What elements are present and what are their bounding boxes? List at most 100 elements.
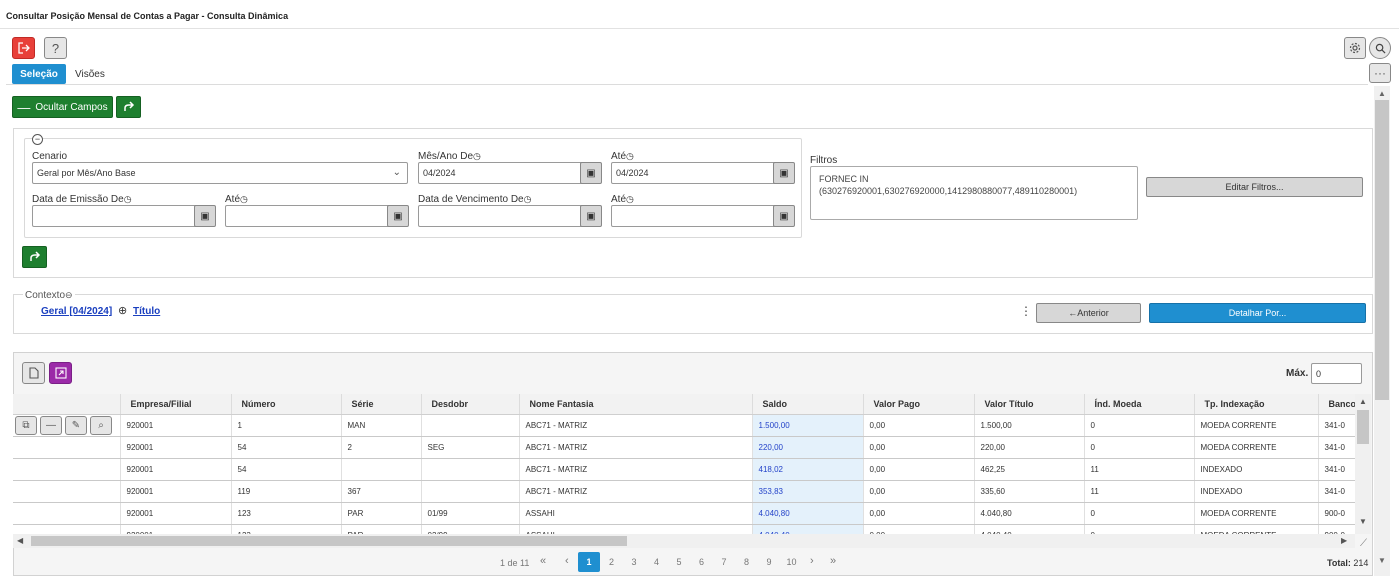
calendar-button[interactable]: ▣ (580, 205, 602, 227)
breadcrumb-titulo[interactable]: Título (133, 306, 160, 317)
exit-button[interactable] (12, 37, 35, 59)
page-number[interactable]: 1 (578, 552, 600, 572)
scroll-up-icon[interactable]: ▲ (1378, 89, 1386, 98)
help-button[interactable]: ? (44, 37, 67, 59)
calendar-button[interactable]: ▣ (194, 205, 216, 227)
cenario-select[interactable]: Geral por Mês/Ano Base ⌄ (32, 162, 408, 184)
grid-vscrollbar[interactable]: ▲ ▼ (1355, 394, 1371, 534)
edit-filters-button[interactable]: Editar Filtros... (1146, 177, 1363, 197)
forward-arrow-icon (123, 101, 134, 111)
copy-row-button[interactable]: ⧉ (15, 416, 37, 435)
column-header[interactable]: Valor Pago (863, 394, 975, 415)
table-cell: 0,00 (863, 480, 975, 503)
expand-button[interactable] (49, 362, 72, 384)
column-header[interactable]: Saldo (752, 394, 864, 415)
table-row[interactable]: 920001 54 2 SEG ABC71 - MATRIZ 220,00 0,00 220,… (13, 436, 1355, 459)
page-number[interactable]: 3 (623, 552, 645, 572)
info-icon: ◷ (240, 194, 248, 204)
max-input[interactable]: 0 (1311, 363, 1362, 384)
ate3-input[interactable] (611, 205, 794, 227)
table-cell: 0,00 (863, 458, 975, 481)
anterior-button[interactable]: ← Anterior (1036, 303, 1141, 323)
ate1-input[interactable]: 04/2024 (611, 162, 794, 184)
first-page-icon[interactable]: « (540, 555, 546, 567)
vertical-ellipsis-icon[interactable]: ⋮ (1020, 304, 1032, 318)
page-number[interactable]: 10 (781, 552, 803, 572)
table-row[interactable]: 920001 119 367 ABC71 - MATRIZ 353,83 0,00 335,… (13, 480, 1355, 503)
tab-visoes[interactable]: Visões (75, 69, 105, 80)
filtros-box[interactable]: FORNEC IN (630276920001,630276920000,141… (810, 166, 1138, 220)
tab-selecao[interactable]: Seleção (12, 64, 66, 84)
column-header[interactable]: Desdobr (421, 394, 520, 415)
column-header[interactable]: Número (231, 394, 342, 415)
page-number[interactable]: 5 (668, 552, 690, 572)
calendar-button[interactable]: ▣ (773, 205, 795, 227)
page-scrollbar-thumb[interactable] (1375, 100, 1389, 400)
calendar-button[interactable]: ▣ (387, 205, 409, 227)
scroll-left-icon[interactable]: ◀ (17, 536, 23, 545)
calendar-button[interactable]: ▣ (773, 162, 795, 184)
prev-page-icon[interactable]: ‹ (565, 555, 569, 567)
table-row[interactable]: 920001 123 PAR 01/99 ASSAHI 4.040,80 0,00 4.040… (13, 502, 1355, 525)
column-header[interactable]: Índ. Moeda (1084, 394, 1195, 415)
execute-button[interactable] (22, 246, 47, 268)
search-button[interactable] (1369, 37, 1391, 59)
grid-vscrollbar-thumb[interactable] (1357, 410, 1369, 444)
page-scrollbar[interactable]: ▲ ▼ (1374, 86, 1390, 576)
page-number[interactable]: 9 (758, 552, 780, 572)
column-header[interactable]: Empresa/Filial (120, 394, 232, 415)
next-page-icon[interactable]: › (810, 555, 814, 567)
mes-ano-de-input[interactable]: 04/2024 (418, 162, 601, 184)
hide-fields-button[interactable]: — Ocultar Campos (12, 96, 113, 118)
table-cell: MOEDA CORRENTE (1194, 502, 1319, 525)
page-number[interactable]: 7 (713, 552, 735, 572)
grid-hscrollbar-thumb[interactable] (31, 536, 627, 546)
page-number[interactable]: 2 (601, 552, 623, 572)
page-number[interactable]: 8 (736, 552, 758, 572)
column-header[interactable]: Nome Fantasia (519, 394, 753, 415)
table-cell: 119 (231, 480, 342, 503)
export-button[interactable] (22, 362, 45, 384)
grid-hscrollbar[interactable]: ◀ ▶ (13, 534, 1355, 548)
grid-table: Empresa/Filial Número Série Desdobr Nome Fan… (13, 394, 1355, 534)
breadcrumb-geral[interactable]: Geral [04/2024] (41, 306, 112, 317)
page-number[interactable]: 4 (646, 552, 668, 572)
mes-ano-de-label: Mês/Ano De◷ (418, 151, 481, 162)
scroll-down-icon[interactable]: ▼ (1359, 517, 1367, 526)
scroll-up-icon[interactable]: ▲ (1359, 397, 1367, 406)
table-cell: 0,00 (863, 502, 975, 525)
gear-icon (1349, 42, 1361, 54)
detail-by-button[interactable]: Detalhar Por... (1149, 303, 1366, 323)
last-page-icon[interactable]: » (830, 555, 836, 567)
table-cell: 0 (1084, 524, 1195, 534)
resize-icon[interactable]: ⟋ (1360, 538, 1367, 549)
table-row[interactable]: 920001123PAR02/99ASSAHI4.040,400,004.040… (13, 524, 1355, 534)
column-header[interactable]: Banco C (1318, 394, 1355, 415)
ate2-input[interactable] (225, 205, 408, 227)
emissao-de-input[interactable] (32, 205, 215, 227)
column-header[interactable]: Valor Título (974, 394, 1085, 415)
remove-row-button[interactable]: — (40, 416, 62, 435)
info-icon: ◷ (626, 194, 634, 204)
collapse-icon[interactable]: − (32, 134, 43, 145)
table-cell: 220,00 (752, 436, 864, 459)
collapse-icon[interactable]: ⊖ (65, 290, 73, 300)
scroll-down-icon[interactable]: ▼ (1378, 556, 1386, 565)
settings-button[interactable] (1344, 37, 1366, 59)
view-row-button[interactable]: ⌕ (90, 416, 112, 435)
edit-row-button[interactable]: ✎ (65, 416, 87, 435)
calendar-button[interactable]: ▣ (580, 162, 602, 184)
column-header[interactable]: Série (341, 394, 422, 415)
more-options-button[interactable]: ··· (1369, 63, 1391, 83)
column-header[interactable]: Tp. Indexação (1194, 394, 1319, 415)
table-row[interactable]: 920001 1 MAN ABC71 - MATRIZ 1.500,00 0,00 1.50… (13, 414, 1355, 437)
scroll-right-icon[interactable]: ▶ (1341, 536, 1347, 545)
search-icon (1375, 43, 1386, 54)
page-number[interactable]: 6 (691, 552, 713, 572)
vencimento-de-input[interactable] (418, 205, 601, 227)
info-icon: ◷ (123, 194, 132, 204)
table-cell: 1.500,00 (752, 414, 864, 437)
share-button[interactable] (116, 96, 141, 118)
table-row[interactable]: 920001 54 ABC71 - MATRIZ 418,02 0,00 462,25 11… (13, 458, 1355, 481)
table-cell: 900-0 (1318, 502, 1355, 525)
